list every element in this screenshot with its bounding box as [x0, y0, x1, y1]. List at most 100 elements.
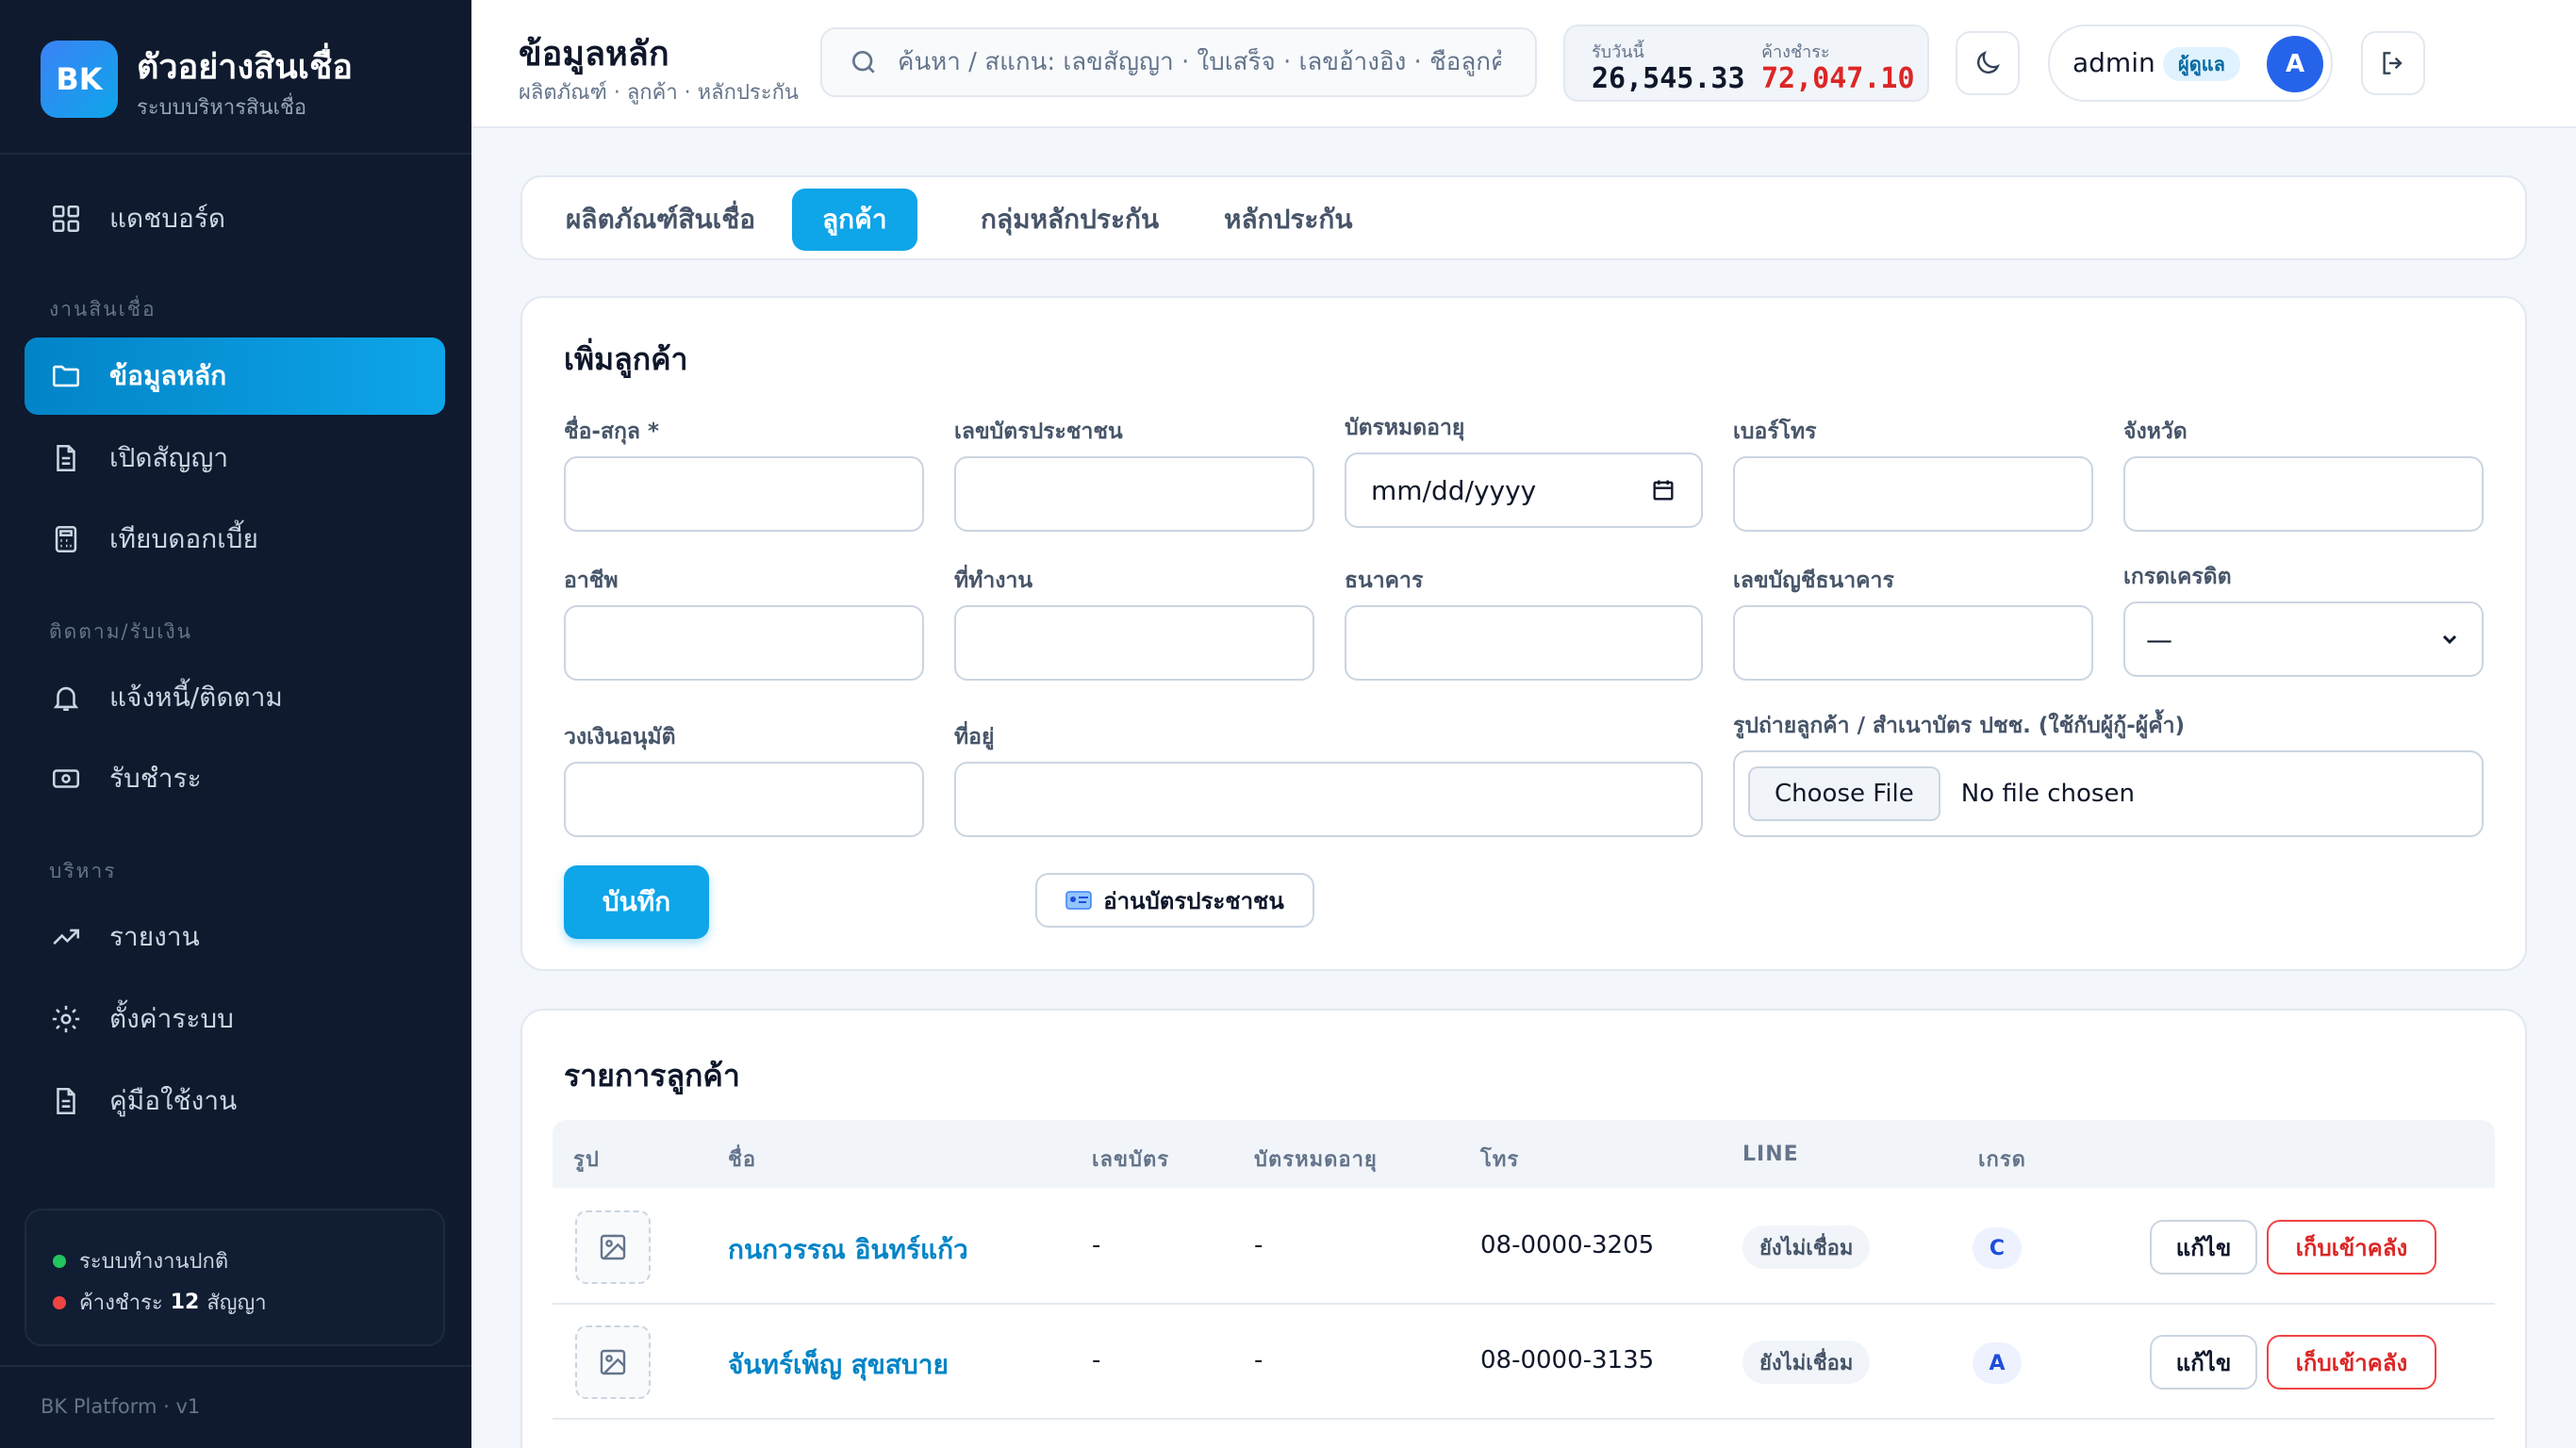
- id-number-label: เลขบัตรประชาชน: [954, 420, 1123, 444]
- full-name-field[interactable]: [564, 456, 924, 532]
- status-alert-dot: [53, 1295, 66, 1309]
- user-role-badge: ผู้ดูแล: [2163, 47, 2240, 81]
- document-icon: [49, 441, 83, 475]
- customer-photo-placeholder[interactable]: [575, 1325, 651, 1399]
- archive-button[interactable]: เก็บเข้าคลัง: [2267, 1335, 2436, 1390]
- bank-field[interactable]: [1345, 605, 1703, 681]
- image-icon: [600, 1234, 626, 1260]
- grade-badge: A: [1973, 1342, 2022, 1384]
- sidebar-item-settings[interactable]: ตั้งค่าระบบ: [25, 980, 445, 1058]
- tab-collateral-groups[interactable]: กลุ่มหลักประกัน: [950, 189, 1189, 251]
- received-today-label: รับวันนี้: [1592, 42, 1644, 62]
- sidebar-item-open-contract[interactable]: เปิดสัญญา: [25, 420, 445, 497]
- phone-field[interactable]: [1733, 456, 2093, 532]
- occupation-label: อาชีพ: [564, 568, 619, 593]
- sidebar-item-master-data[interactable]: ข้อมูลหลัก: [25, 337, 445, 415]
- workplace-field[interactable]: [954, 605, 1314, 681]
- document-icon: [49, 1084, 83, 1118]
- full-name-label: ชื่อ-สกุล *: [564, 420, 660, 444]
- form-title: เพิ่มลูกค้า: [564, 341, 688, 377]
- file-status: No file chosen: [1960, 780, 2135, 808]
- sidebar-item-receive-payment[interactable]: รับชำระ: [25, 740, 445, 817]
- bank-account-field[interactable]: [1733, 605, 2093, 681]
- table-row: จันทร์เพ็ญ สุขสบาย - - 08-0000-3135 ยังไ…: [553, 1305, 2495, 1420]
- sidebar-footer: BK Platform · v1: [41, 1395, 201, 1418]
- edit-button[interactable]: แก้ไข: [2150, 1335, 2257, 1390]
- card-expiry-date-field[interactable]: mm/dd/yyyy: [1345, 452, 1703, 528]
- sidebar-item-compare-interest[interactable]: เทียบดอกเบี้ย: [25, 501, 445, 578]
- gear-icon: [49, 1002, 83, 1036]
- sidebar-item-label: แดชบอร์ด: [109, 203, 226, 234]
- folder-icon: [49, 359, 83, 393]
- sidebar-item-label: รายงาน: [109, 921, 200, 952]
- calendar-icon: [1653, 480, 1674, 501]
- brand: BK ตัวอย่างสินเชื่อ ระบบบริหารสินเชื่อ: [0, 0, 471, 155]
- address-label: ที่อยู่: [954, 725, 995, 749]
- photo-file-input[interactable]: Choose File No file chosen: [1733, 750, 2484, 837]
- credit-grade-select[interactable]: —: [2123, 601, 2484, 677]
- bank-label: ธนาคาร: [1345, 568, 1424, 593]
- brand-subtitle: ระบบบริหารสินเชื่อ: [137, 96, 307, 120]
- edit-button[interactable]: แก้ไข: [2150, 1220, 2257, 1275]
- status-system-ok: ระบบทำงานปกติ: [53, 1244, 228, 1277]
- choose-file-button[interactable]: Choose File: [1748, 766, 1940, 821]
- card-expiry-cell: -: [1254, 1346, 1263, 1374]
- search-icon: [852, 51, 875, 74]
- read-id-card-button[interactable]: อ่านบัตรประชาชน: [1035, 873, 1314, 928]
- add-customer-card: เพิ่มลูกค้า ชื่อ-สกุล * เลขบัตรประชาชน บ…: [520, 296, 2527, 971]
- phone-label: เบอร์โทร: [1733, 420, 1817, 444]
- address-field[interactable]: [954, 762, 1703, 837]
- sidebar-item-label: รับชำระ: [109, 763, 202, 794]
- customer-list-card: รายการลูกค้า รูป ชื่อ เลขบัตร บัตรหมดอาย…: [520, 1009, 2527, 1448]
- read-id-card-label: อ่านบัตรประชาชน: [1103, 887, 1284, 914]
- photo-label: รูปถ่ายลูกค้า / สำเนาบัตร ปชช. (ใช้กับผู…: [1733, 714, 2186, 738]
- province-field[interactable]: [2123, 456, 2484, 532]
- sidebar-item-reports[interactable]: รายงาน: [25, 898, 445, 976]
- logout-button[interactable]: [2361, 31, 2425, 95]
- brand-title: ตัวอย่างสินเชื่อ: [137, 48, 354, 87]
- save-button[interactable]: บันทึก: [564, 865, 709, 939]
- col-id-number: เลขบัตร: [1092, 1148, 1170, 1172]
- id-card-icon: [1065, 891, 1092, 910]
- line-status-badge: ยังไม่เชื่อม: [1742, 1341, 1871, 1384]
- sidebar-item-notify-follow[interactable]: แจ้งหนี้/ติดตาม: [25, 659, 445, 736]
- master-data-tabs: ผลิตภัณฑ์สินเชื่อ ลูกค้า กลุ่มหลักประกัน…: [520, 175, 2527, 260]
- id-number-field[interactable]: [954, 456, 1314, 532]
- occupation-field[interactable]: [564, 605, 924, 681]
- tab-customers[interactable]: ลูกค้า: [792, 189, 917, 251]
- col-photo: รูป: [573, 1148, 600, 1172]
- customer-name-link[interactable]: กนกวรรณ อินทร์แก้ว: [728, 1229, 968, 1271]
- tab-loan-products[interactable]: ผลิตภัณฑ์สินเชื่อ: [536, 189, 785, 251]
- bank-account-label: เลขบัญชีธนาคาร: [1733, 568, 1894, 593]
- sidebar-item-label: ข้อมูลหลัก: [109, 360, 227, 391]
- trending-up-icon: [49, 920, 83, 954]
- approved-limit-field[interactable]: [564, 762, 924, 837]
- image-icon: [600, 1349, 626, 1375]
- sidebar-item-manual[interactable]: คู่มือใช้งาน: [25, 1062, 445, 1140]
- sidebar-item-label: เปิดสัญญา: [109, 442, 229, 473]
- bell-icon: [49, 681, 83, 715]
- col-phone: โทร: [1480, 1148, 1520, 1172]
- tab-collateral[interactable]: หลักประกัน: [1194, 189, 1383, 251]
- sidebar-section-loans: งานสินเชื่อ: [49, 298, 157, 321]
- list-title: รายการลูกค้า: [564, 1058, 740, 1094]
- overdue-label: ค้างชำระ: [1761, 42, 1830, 62]
- top-header: ข้อมูลหลัก ผลิตภัณฑ์ · ลูกค้า · หลักประก…: [471, 0, 2576, 128]
- global-search[interactable]: [820, 27, 1537, 97]
- table-header: รูป ชื่อ เลขบัตร บัตรหมดอายุ โทร LINE เก…: [553, 1120, 2495, 1188]
- customer-photo-placeholder[interactable]: [575, 1210, 651, 1284]
- table-row: กนกวรรณ อินทร์แก้ว - - 08-0000-3205 ยังไ…: [553, 1190, 2495, 1305]
- archive-button[interactable]: เก็บเข้าคลัง: [2267, 1220, 2436, 1275]
- brand-logo: BK: [41, 41, 118, 118]
- sidebar-item-dashboard[interactable]: แดชบอร์ด: [25, 180, 445, 257]
- approved-limit-label: วงเงินอนุมัติ: [564, 725, 676, 749]
- status-overdue: ค้างชำระ 12 สัญญา: [53, 1286, 267, 1319]
- overdue-value: 72,047.10: [1761, 62, 1915, 95]
- customer-name-link[interactable]: จันทร์เพ็ญ สุขสบาย: [728, 1344, 949, 1386]
- user-menu[interactable]: admin ผู้ดูแล A: [2048, 25, 2333, 102]
- user-name: admin: [2072, 47, 2155, 78]
- search-input[interactable]: [898, 48, 1501, 76]
- theme-toggle-button[interactable]: [1956, 31, 2020, 95]
- system-status-box: ระบบทำงานปกติ ค้างชำระ 12 สัญญา: [25, 1209, 445, 1346]
- moon-icon: [1977, 51, 2000, 74]
